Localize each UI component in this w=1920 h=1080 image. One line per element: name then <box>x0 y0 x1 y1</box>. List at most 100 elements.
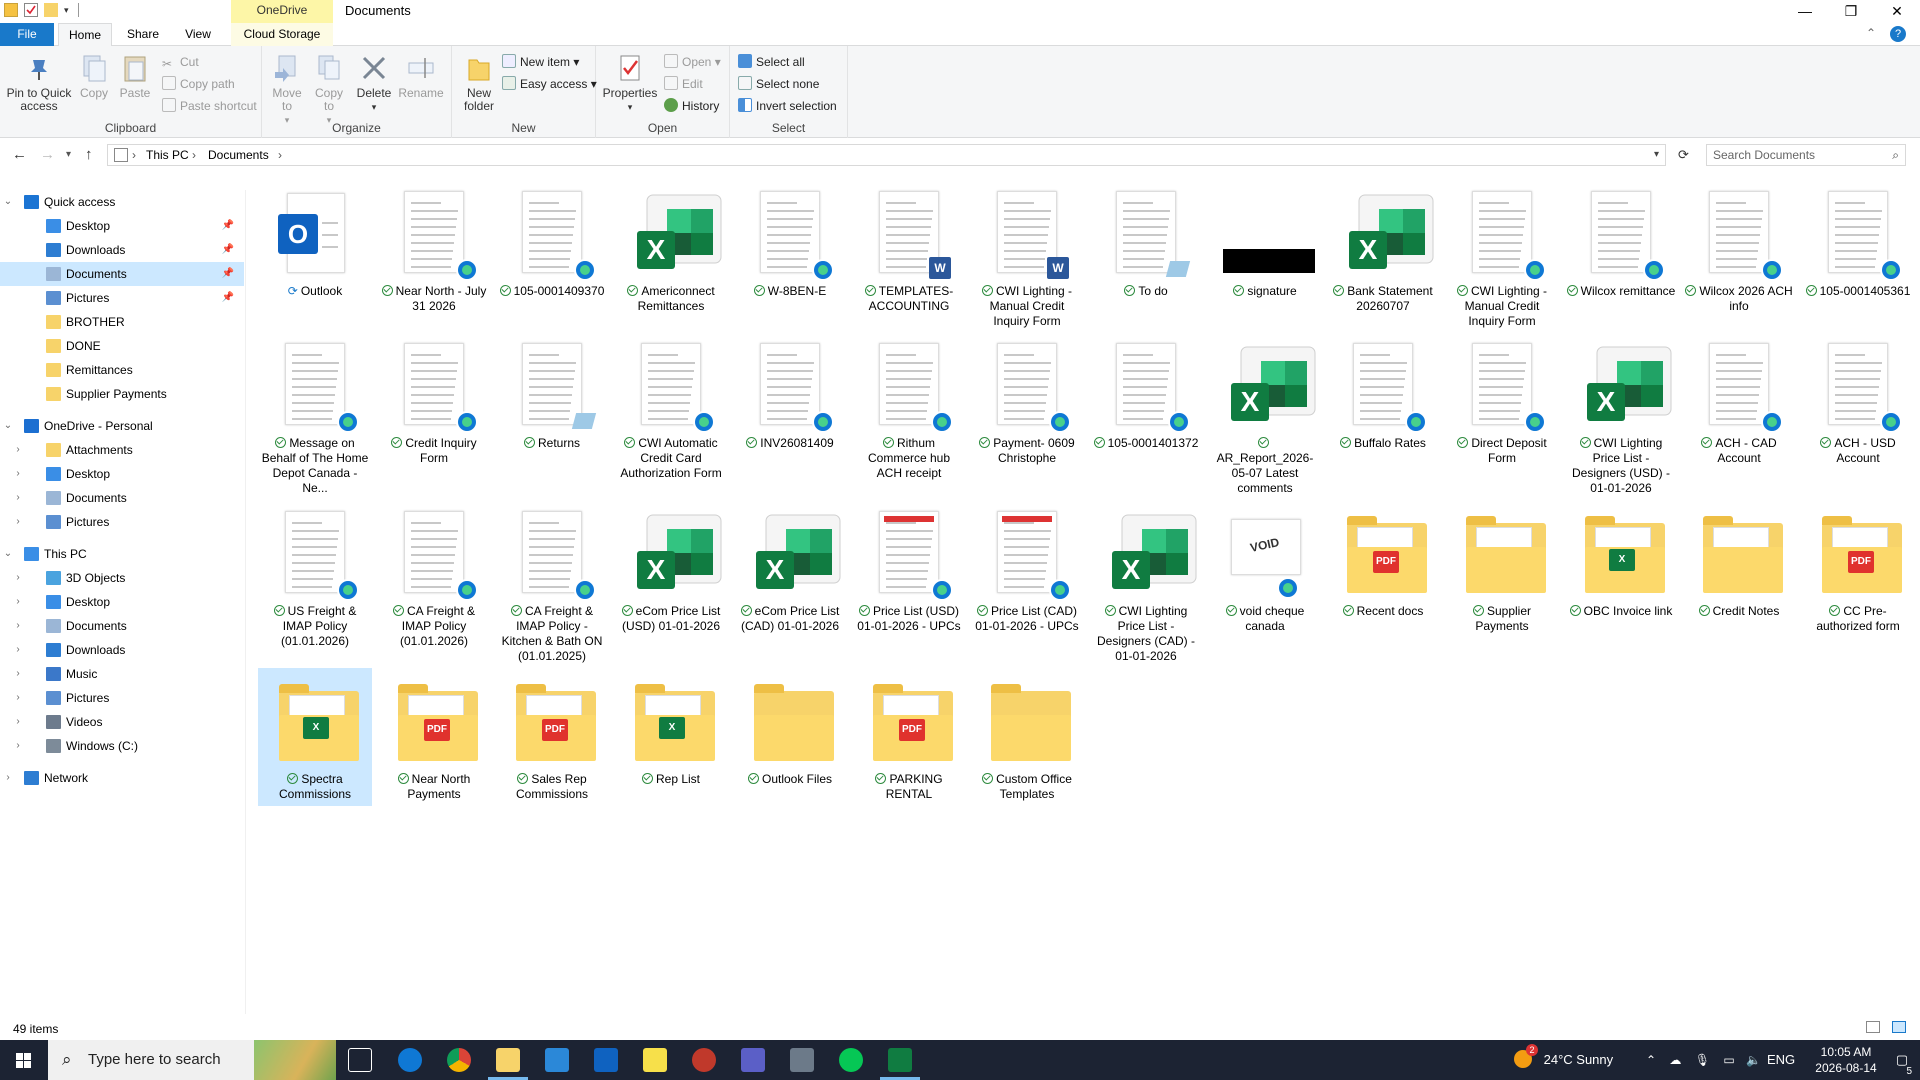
microphone-icon[interactable]: 🎙 <box>1695 1053 1710 1067</box>
snipping-tool-icon[interactable] <box>692 1048 716 1072</box>
properties-quick-icon[interactable] <box>24 3 38 17</box>
history-button[interactable]: History <box>664 96 719 116</box>
onedrive-sync-icon[interactable]: ☁ <box>1669 1053 1681 1067</box>
expand-chevron-icon[interactable]: ⌄ <box>2 190 14 214</box>
nav-item-quick-access-desktop[interactable]: Desktop 📌 <box>0 214 244 238</box>
teams-icon[interactable] <box>741 1048 765 1072</box>
expand-chevron-icon[interactable]: › <box>12 614 24 638</box>
new-item-button[interactable]: New item ▾ <box>502 52 579 72</box>
file-item[interactable]: O ⟳ Outlook <box>258 180 372 328</box>
network-icon[interactable]: ▭ <box>1723 1053 1734 1067</box>
file-explorer-icon[interactable] <box>496 1048 520 1072</box>
restore-button[interactable]: ❐ <box>1828 0 1874 23</box>
copy-path-button[interactable]: Copy path <box>162 74 235 94</box>
edge-icon[interactable] <box>398 1048 422 1072</box>
folder-item[interactable]: PDF CC Pre-authorized form <box>1801 500 1915 664</box>
nav-item-this-pc-music[interactable]: › Music <box>0 662 244 686</box>
edit-button[interactable]: Edit <box>664 74 703 94</box>
chrome-icon[interactable] <box>447 1048 471 1072</box>
expand-chevron-icon[interactable]: › <box>12 686 24 710</box>
show-hidden-icons-chevron-icon[interactable]: ⌃ <box>1646 1053 1656 1067</box>
breadcrumb-documents[interactable]: Documents <box>208 148 269 162</box>
nav-item-quick-access-remittances[interactable]: Remittances <box>0 358 244 382</box>
expand-chevron-icon[interactable]: › <box>12 462 24 486</box>
expand-chevron-icon[interactable]: › <box>12 438 24 462</box>
folder-item[interactable]: X OBC Invoice link <box>1564 500 1678 664</box>
folder-item[interactable]: Outlook Files <box>733 668 847 806</box>
nav-item-this-pc-downloads[interactable]: › Downloads <box>0 638 244 662</box>
expand-chevron-icon[interactable]: ⌄ <box>2 542 14 566</box>
file-item[interactable]: Message on Behalf of The Home Depot Cana… <box>258 332 372 496</box>
nav-item-onedrive-desktop[interactable]: › Desktop <box>0 462 244 486</box>
file-item[interactable]: CA Freight & IMAP Policy (01.01.2026) <box>377 500 491 664</box>
breadcrumb-separator-icon[interactable]: › <box>278 148 282 162</box>
search-input[interactable]: Search Documents ⌕ <box>1706 144 1906 166</box>
clock[interactable]: 10:05 AM 2026-08-14 <box>1810 1040 1882 1080</box>
nav-item-onedrive-documents[interactable]: › Documents <box>0 486 244 510</box>
up-arrow-icon[interactable]: ↑ <box>85 146 93 163</box>
expand-chevron-icon[interactable]: › <box>12 662 24 686</box>
nav-item-quick-access-pictures[interactable]: Pictures 📌 <box>0 286 244 310</box>
volume-icon[interactable]: 🔈 <box>1746 1053 1761 1067</box>
file-item[interactable]: 105-0001401372 <box>1089 332 1203 496</box>
expand-chevron-icon[interactable]: › <box>12 710 24 734</box>
nav-section-onedrive[interactable]: ⌄ OneDrive - Personal <box>0 414 244 438</box>
nav-item-this-pc-3d-objects[interactable]: › 3D Objects <box>0 566 244 590</box>
copy-to-button[interactable]: Copy to ▾ <box>310 52 348 127</box>
calculator-icon[interactable] <box>790 1048 814 1072</box>
breadcrumb-separator-icon[interactable]: › <box>192 148 196 162</box>
expand-chevron-icon[interactable]: › <box>12 486 24 510</box>
folder-item[interactable]: PDF PARKING RENTAL <box>852 668 966 806</box>
file-item[interactable]: Wilcox 2026 ACH info <box>1682 180 1796 328</box>
folder-item[interactable]: Supplier Payments <box>1445 500 1559 664</box>
file-item[interactable]: CA Freight & IMAP Policy - Kitchen & Bat… <box>495 500 609 664</box>
nav-item-quick-access-downloads[interactable]: Downloads 📌 <box>0 238 244 262</box>
select-none-button[interactable]: Select none <box>738 74 819 94</box>
new-folder-quick-icon[interactable] <box>44 3 58 17</box>
nav-item-this-pc-desktop[interactable]: › Desktop <box>0 590 244 614</box>
nav-item-this-pc-documents[interactable]: › Documents <box>0 614 244 638</box>
file-item[interactable]: To do <box>1089 180 1203 328</box>
pin-to-quick-access-button[interactable]: Pin to Quick access <box>4 52 74 113</box>
excel-taskbar-icon[interactable] <box>888 1048 912 1072</box>
file-item[interactable]: CWI Lighting - Manual Credit Inquiry For… <box>1445 180 1559 328</box>
file-item[interactable]: W-8BEN-E <box>733 180 847 328</box>
rename-button[interactable]: Rename <box>398 52 444 100</box>
expand-chevron-icon[interactable]: › <box>12 734 24 758</box>
forward-arrow-icon[interactable]: → <box>40 146 55 163</box>
file-item[interactable]: Credit Inquiry Form <box>377 332 491 496</box>
new-folder-button[interactable]: New folder <box>456 52 502 113</box>
nav-section-this-pc[interactable]: ⌄ This PC <box>0 542 244 566</box>
collapse-ribbon-icon[interactable]: ⌃ <box>1866 26 1876 42</box>
line-icon[interactable] <box>839 1048 863 1072</box>
nav-item-quick-access-done[interactable]: DONE <box>0 334 244 358</box>
open-button[interactable]: Open ▾ <box>664 52 721 72</box>
file-item[interactable]: Near North - July 31 2026 <box>377 180 491 328</box>
expand-chevron-icon[interactable]: › <box>12 566 24 590</box>
file-item[interactable]: 105-0001405361 <box>1801 180 1915 328</box>
qat-dropdown-icon[interactable]: ▾ <box>64 3 72 17</box>
taskbar-search-box[interactable]: ⌕ Type here to search <box>48 1040 336 1080</box>
expand-chevron-icon[interactable]: › <box>12 590 24 614</box>
nav-item-this-pc-windows-c[interactable]: › Windows (C:) <box>0 734 244 758</box>
tab-view[interactable]: View <box>175 23 221 46</box>
file-item[interactable]: W TEMPLATES-ACCOUNTING <box>852 180 966 328</box>
breadcrumb-this-pc[interactable]: This PC <box>146 148 189 162</box>
file-item[interactable]: X Americonnect Remittances <box>614 180 728 328</box>
file-item[interactable]: X AR_Report_2026-05-07 Latest comments <box>1208 332 1322 496</box>
file-item[interactable]: X CWI Lighting Price List - Designers (C… <box>1089 500 1203 664</box>
file-item[interactable]: X eCom Price List (USD) 01-01-2026 <box>614 500 728 664</box>
nav-item-quick-access-supplier-payments[interactable]: Supplier Payments <box>0 382 244 406</box>
file-item[interactable]: ACH - CAD Account <box>1682 332 1796 496</box>
minimize-button[interactable]: — <box>1782 0 1828 23</box>
file-item[interactable]: 105-0001409370 <box>495 180 609 328</box>
refresh-icon[interactable]: ⟳ <box>1678 147 1689 163</box>
delete-button[interactable]: Delete ▾ <box>354 52 394 114</box>
properties-button[interactable]: Properties ▾ <box>602 52 658 114</box>
nav-item-this-pc-pictures[interactable]: › Pictures <box>0 686 244 710</box>
sticky-notes-icon[interactable] <box>643 1048 667 1072</box>
file-item[interactable]: VOID void cheque canada <box>1208 500 1322 664</box>
expand-chevron-icon[interactable]: › <box>12 638 24 662</box>
easy-access-button[interactable]: Easy access ▾ <box>502 74 597 94</box>
file-item[interactable]: W CWI Lighting - Manual Credit Inquiry F… <box>970 180 1084 328</box>
